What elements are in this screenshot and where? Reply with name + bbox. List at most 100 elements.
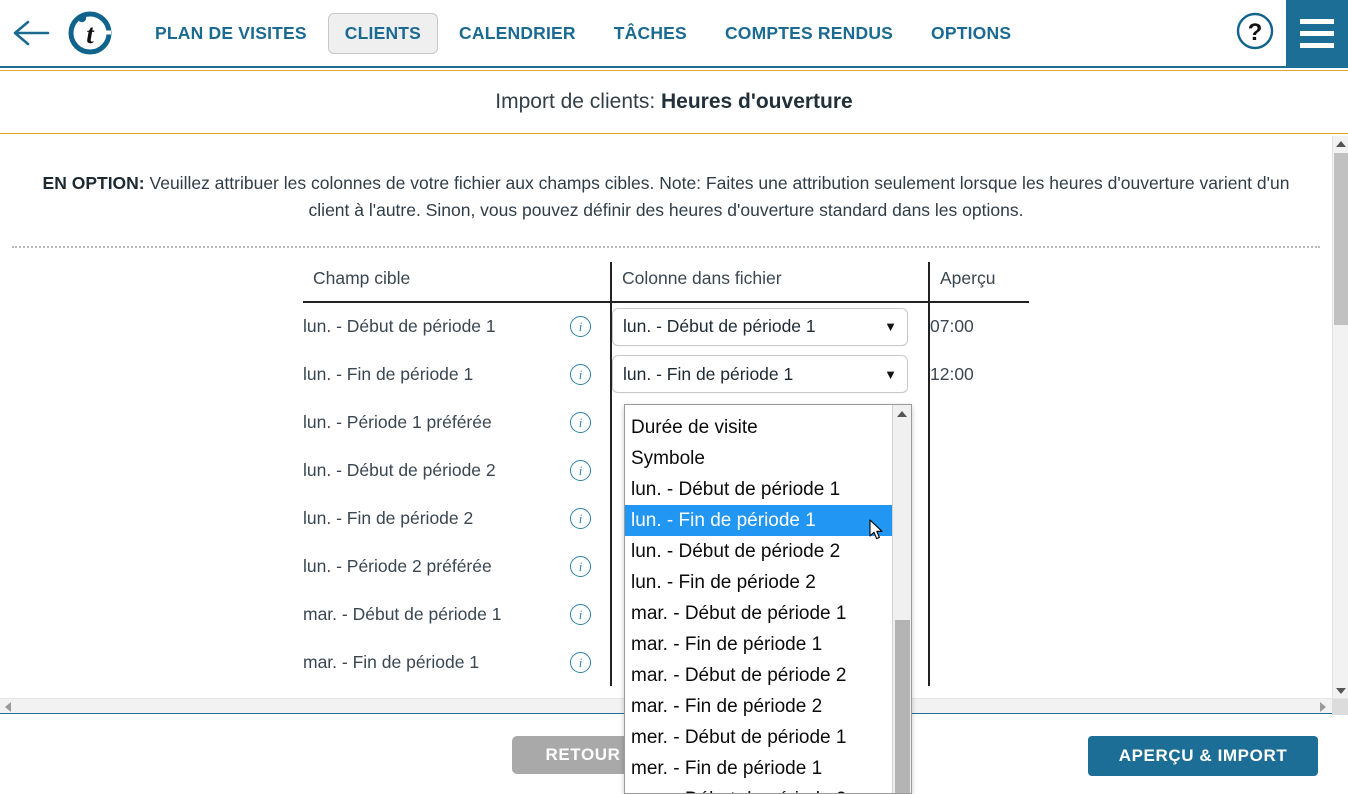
target-cell: lun. - Période 2 préférée i [303,542,611,590]
target-cell: lun. - Début de période 2 i [303,446,611,494]
instruction-lead: EN OPTION: [42,173,145,193]
target-field-label: lun. - Période 2 préférée [303,555,492,576]
header-colonne-dans-fichier: Colonne dans fichier [610,262,929,303]
page-title-prefix: Import de clients: [495,90,661,113]
nav-item-clients[interactable]: CLIENTS [327,12,439,54]
svg-text:?: ? [1248,19,1263,46]
dropdown-option[interactable]: lun. - Fin de période 2 [625,567,893,598]
dropdown-option[interactable]: mer. - Début de période 2 [625,784,893,793]
nav-items: PLAN DE VISITES CLIENTS CALENDRIER TÂCHE… [118,0,1224,67]
nav-item-taches[interactable]: TÂCHES [597,13,704,54]
target-field-label: lun. - Début de période 1 [303,316,496,336]
column-select-cell: lun. - Fin de période 1 ▼ [610,350,929,398]
scroll-down-arrow-icon[interactable] [1333,683,1348,698]
column-select-dropdown[interactable]: Intervalle de visite Durée de visite Sym… [624,404,912,794]
vertical-scrollbar-thumb[interactable] [1334,153,1348,325]
preview-value [928,542,1029,590]
dropdown-scrollbar[interactable] [892,405,911,793]
info-icon[interactable]: i [570,507,591,529]
info-icon[interactable]: i [570,363,591,385]
nav-item-plan-de-visites[interactable]: PLAN DE VISITES [138,13,324,54]
target-field-label: lun. - Période 1 préférée [303,411,492,432]
scrollbar-corner [1332,699,1348,715]
dropdown-option[interactable]: Intervalle de visite [625,405,893,412]
dropdown-option[interactable]: mar. - Fin de période 2 [625,691,893,722]
dropdown-option[interactable]: lun. - Début de période 1 [625,474,893,505]
table-header-row: Champ cible Colonne dans fichier Aperçu [303,262,1029,303]
chevron-down-icon: ▼ [884,366,897,382]
column-select-value: lun. - Fin de période 1 [623,363,794,384]
info-icon[interactable]: i [570,459,591,481]
preview-value [928,446,1029,494]
scroll-up-arrow-icon[interactable] [1333,136,1348,151]
nav-item-comptes-rendus[interactable]: COMPTES RENDUS [708,13,910,54]
nav-item-options[interactable]: OPTIONS [914,13,1028,54]
nav-item-calendrier[interactable]: CALENDRIER [442,13,593,54]
preview-value [928,590,1029,638]
info-icon[interactable]: i [570,316,591,337]
target-cell: lun. - Fin de période 1 i [303,350,611,398]
preview-value [928,398,1029,446]
target-cell: lun. - Fin de période 2 i [303,494,611,542]
info-icon[interactable]: i [570,651,591,673]
instruction-text: EN OPTION: Veuillez attribuer les colonn… [24,170,1308,224]
page-title-bar: Import de clients: Heures d'ouverture [0,70,1348,134]
hamburger-menu-icon-bar3 [1300,42,1334,48]
dropdown-option[interactable]: mar. - Début de période 1 [625,598,893,629]
hamburger-menu-icon-bar2 [1300,30,1334,36]
section-divider [12,246,1320,248]
app-window: t PLAN DE VISITES CLIENTS CALENDRIER TÂC… [0,0,1348,794]
dropdown-option[interactable]: mer. - Fin de période 1 [625,753,893,784]
top-navigation-bar: t PLAN DE VISITES CLIENTS CALENDRIER TÂC… [0,0,1348,68]
target-cell: lun. - Début de période 1 i [303,302,611,350]
preview-value: 12:00 [928,350,1029,398]
scroll-left-arrow-icon[interactable] [0,699,15,714]
column-select-open[interactable]: lun. - Fin de période 1 ▼ [612,355,908,393]
column-select[interactable]: lun. - Début de période 1 ▼ [612,307,908,346]
preview-and-import-button[interactable]: APERÇU & IMPORT [1088,736,1318,776]
portatour-t-logo[interactable]: t [62,0,118,67]
dropdown-option[interactable]: lun. - Début de période 2 [625,536,893,567]
back-button[interactable] [0,0,62,67]
target-field-label: lun. - Fin de période 1 [303,363,474,384]
instruction-body: Veuillez attribuer les colonnes de votre… [144,173,1290,220]
dropdown-option[interactable]: Durée de visite [625,412,893,443]
header-apercu: Aperçu [928,262,1029,303]
preview-value [928,494,1029,542]
table-row: lun. - Début de période 1 i lun. - Début… [303,302,1029,350]
page-title: Import de clients: Heures d'ouverture [495,90,852,114]
hamburger-menu-button[interactable] [1286,0,1348,67]
hamburger-menu-icon [1300,18,1334,24]
target-field-label: lun. - Fin de période 2 [303,507,474,528]
preview-value [928,638,1029,686]
target-field-label: mar. - Fin de période 1 [303,651,480,672]
scroll-up-arrow-icon[interactable] [893,405,911,423]
column-select-cell: lun. - Début de période 1 ▼ [610,302,929,350]
dropdown-option-selected[interactable]: lun. - Fin de période 1 [625,505,893,536]
dropdown-option[interactable]: mer. - Début de période 1 [625,722,893,753]
target-field-label: mar. - Début de période 1 [303,603,502,624]
target-cell: mar. - Fin de période 1 i [303,638,611,686]
target-cell: mar. - Début de période 1 i [303,590,611,638]
scroll-right-arrow-icon[interactable] [1315,699,1330,714]
preview-value: 07:00 [928,302,1029,350]
help-button[interactable]: ? [1224,0,1286,67]
arrow-left-icon [11,19,51,47]
question-mark-icon: ? [1234,10,1276,57]
page-title-emphasis: Heures d'ouverture [661,90,853,113]
page-vertical-scrollbar[interactable] [1332,136,1348,698]
info-icon[interactable]: i [570,603,591,625]
column-select-value: lun. - Début de période 1 [623,316,816,336]
header-champ-cible: Champ cible [303,262,611,303]
chevron-down-icon: ▼ [884,319,897,334]
dropdown-option[interactable]: Symbole [625,443,893,474]
target-cell: lun. - Période 1 préférée i [303,398,611,446]
info-icon[interactable]: i [570,411,591,433]
dropdown-scrollbar-thumb[interactable] [895,620,910,793]
dropdown-option[interactable]: mar. - Début de période 2 [625,660,893,691]
info-icon[interactable]: i [570,555,591,577]
dropdown-option-list: Intervalle de visite Durée de visite Sym… [625,405,893,793]
table-row: lun. - Fin de période 1 i lun. - Fin de … [303,350,1029,398]
target-field-label: lun. - Début de période 2 [303,459,496,480]
dropdown-option[interactable]: mar. - Fin de période 1 [625,629,893,660]
